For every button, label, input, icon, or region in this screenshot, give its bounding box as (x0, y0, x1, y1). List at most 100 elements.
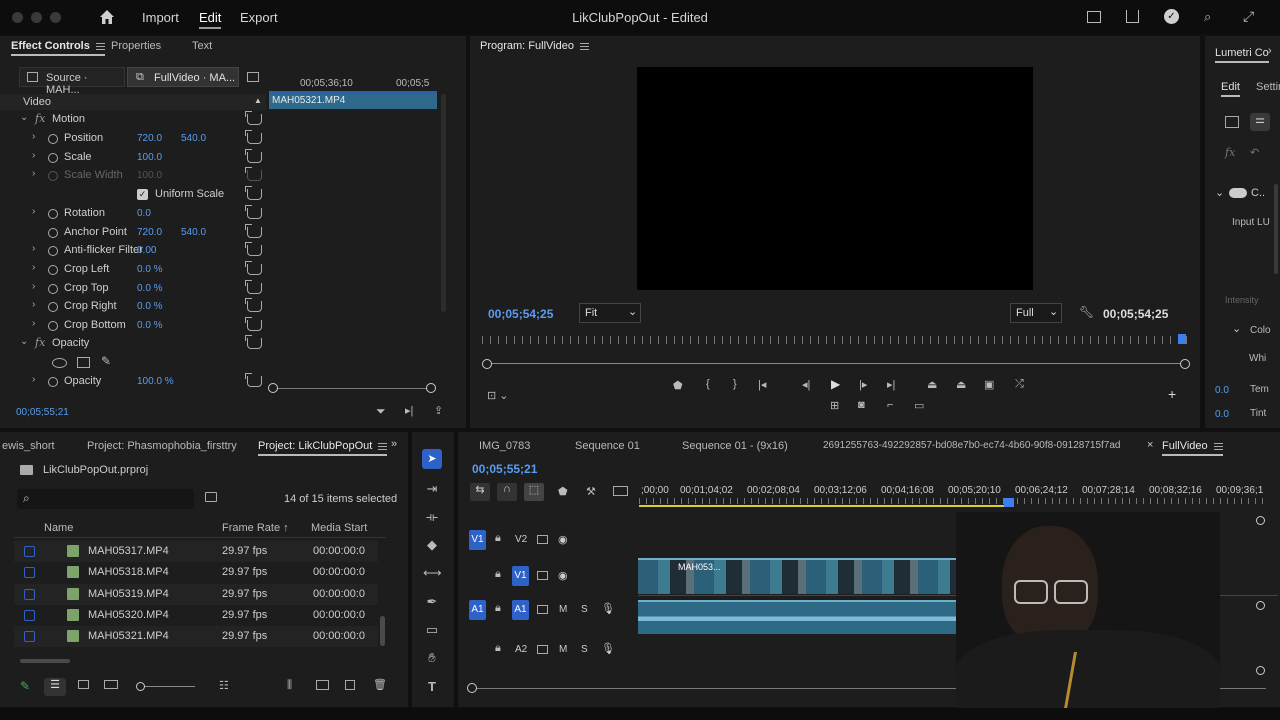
row-checkbox[interactable] (24, 588, 35, 600)
track-header[interactable]: V1 🔒︎ V2 ◉ (465, 530, 635, 552)
reset-icon[interactable] (245, 204, 262, 219)
ripple-edit-icon[interactable]: ⟛ (423, 509, 441, 525)
source-patch[interactable]: V1 (469, 530, 486, 550)
chevron-right-icon[interactable]: › (32, 262, 35, 273)
reset-icon[interactable] (245, 279, 262, 294)
tab-project-phasmophobia[interactable]: Project: Phasmophobia_firsttry (87, 440, 237, 452)
property-value[interactable]: 0.0 % (137, 320, 163, 331)
more-tabs-icon[interactable]: » (391, 438, 397, 450)
tab-long-sequence[interactable]: 2691255763-492292857-bd08e7b0-ec74-4b60-… (823, 440, 1121, 451)
quality-dropdown[interactable]: Full ⌄ (1010, 303, 1062, 323)
reset-icon[interactable] (245, 242, 262, 257)
chevron-right-icon[interactable]: › (32, 318, 35, 329)
menu-export[interactable]: Export (240, 10, 278, 25)
toggle-timeline-icon[interactable] (247, 72, 259, 82)
settings-wrench-icon[interactable]: ⚒ (586, 485, 596, 498)
solo-button[interactable]: S (581, 644, 588, 655)
property-value[interactable]: 0.0 % (137, 264, 163, 275)
comparison-view-icon[interactable]: ⤮ (1015, 378, 1024, 391)
microphone-icon[interactable]: 🎙︎ (601, 602, 615, 615)
tab-properties[interactable]: Properties (111, 40, 161, 52)
captions-icon[interactable] (613, 486, 628, 496)
home-icon[interactable] (99, 9, 115, 25)
menu-import[interactable]: Import (142, 10, 179, 25)
track-header[interactable]: A1 🔒︎ A1 M S 🎙︎ (465, 600, 635, 622)
property-value[interactable]: 100.0 (137, 170, 162, 181)
audio-clip[interactable] (638, 600, 956, 634)
fx-icon[interactable]: fx (35, 336, 45, 349)
mute-button[interactable]: M (559, 644, 567, 655)
list-item[interactable]: MAH05320.MP4 29.97 fps 00:00:00:0 (14, 604, 378, 626)
chevron-right-icon[interactable]: › (32, 150, 35, 161)
section-toggle[interactable] (1229, 188, 1247, 198)
window-close-dot[interactable] (12, 12, 23, 23)
effect-property-row[interactable]: › Scale 100.0 (0, 148, 268, 167)
header-scroll-handle[interactable] (1256, 516, 1265, 525)
property-value-y[interactable]: 540.0 (181, 133, 206, 144)
row-checkbox[interactable] (24, 546, 35, 557)
tab-project-likclub[interactable]: Project: LikClubPopOut (258, 440, 388, 456)
timeline-ruler-ticks[interactable] (639, 498, 1269, 504)
eye-icon[interactable]: ◉ (558, 569, 568, 582)
timeline-timecode[interactable]: 00;05;55;21 (472, 462, 537, 476)
safe-margins-icon[interactable]: ⊡ ⌄ (487, 389, 509, 402)
trim-icon[interactable]: ⌐ (887, 399, 893, 411)
new-bin-icon[interactable] (316, 680, 329, 690)
panel-menu-icon[interactable] (579, 42, 589, 50)
track-header[interactable]: 🔒︎ A2 M S 🎙︎ (465, 640, 635, 662)
tint-value[interactable]: 0.0 (1215, 409, 1229, 420)
sync-lock-icon[interactable] (537, 535, 548, 544)
grid-icon[interactable] (1225, 116, 1239, 128)
sort-icons-icon[interactable]: ☷ (219, 679, 229, 692)
camera-icon[interactable]: ◙ (858, 399, 865, 411)
track-header[interactable]: 🔒︎ V1 ◉ (465, 566, 635, 588)
microphone-icon[interactable]: 🎙︎ (601, 642, 615, 655)
wrench-icon[interactable]: 🔧︎ (1079, 305, 1094, 319)
razor-icon[interactable]: ◆ (423, 537, 441, 553)
effect-property-row[interactable]: › Crop Left 0.0 % (0, 260, 268, 279)
fx-icon[interactable]: fx (1225, 146, 1235, 159)
tab-fullvideo[interactable]: FullVideo (1162, 440, 1223, 456)
stopwatch-icon[interactable] (48, 283, 58, 294)
reset-icon[interactable] (245, 167, 262, 182)
marker-icon[interactable]: ⬟ (558, 485, 568, 498)
reset-icon[interactable] (245, 317, 262, 331)
solo-button[interactable]: S (581, 604, 588, 615)
effect-property-row[interactable]: Anchor Point 720.0 540.0 (0, 223, 268, 242)
add-marker-icon[interactable]: ⬟ (673, 379, 683, 392)
panel-menu-icon[interactable] (95, 42, 105, 50)
ec-zoom-track[interactable] (273, 388, 431, 389)
property-value[interactable]: 0.0 % (137, 283, 163, 294)
property-value[interactable]: 100.0 (137, 152, 162, 163)
rectangle-mask-icon[interactable] (77, 357, 90, 368)
ec-vscroll[interactable] (441, 94, 446, 312)
sliders-icon[interactable]: ⚌ (1250, 113, 1270, 131)
tab-img-0783[interactable]: IMG_0783 (479, 440, 530, 452)
source-patch[interactable]: A1 (469, 600, 486, 620)
eye-icon[interactable]: ◉ (558, 533, 568, 546)
trash-icon[interactable]: 🗑︎ (373, 678, 387, 691)
opacity-effect-row[interactable]: ⌄ fx Opacity (0, 334, 268, 353)
lift-icon[interactable]: ⏏ (927, 378, 937, 391)
lumetri-tab-settings[interactable]: Settin (1256, 81, 1280, 93)
ec-zoom-left-handle[interactable] (268, 383, 278, 393)
chevron-down-icon[interactable]: ⌄ (1232, 322, 1241, 335)
export-icon[interactable]: ⇪ (434, 404, 443, 417)
nest-icon[interactable]: ⇆ (470, 483, 490, 501)
search-icon[interactable]: ⌕ (1204, 9, 1211, 25)
vr-icon[interactable]: ▭ (914, 399, 924, 412)
timeline-playhead[interactable] (1004, 498, 1014, 507)
property-value[interactable]: 720.0 (137, 227, 162, 238)
vscroll-v-handle[interactable] (1256, 601, 1265, 610)
rectangle-tool-icon[interactable]: ▭ (423, 622, 441, 638)
reset-icon[interactable] (245, 335, 262, 349)
opacity-property-row[interactable]: › Opacity 100.0 % (0, 372, 268, 391)
effect-property-row[interactable]: › Crop Top 0.0 % (0, 279, 268, 298)
pen-tool-icon[interactable]: ✒ (423, 594, 441, 610)
reset-icon[interactable] (245, 111, 262, 125)
tab-sequence-01[interactable]: Sequence 01 (575, 440, 640, 452)
automate-sequence-icon[interactable]: ⫼ (287, 679, 292, 692)
clip-tab[interactable]: ⧉ FullVideo · MA... (127, 67, 239, 87)
column-frame-rate[interactable]: Frame Rate ↑ (222, 522, 289, 534)
new-item-icon[interactable] (345, 680, 355, 690)
